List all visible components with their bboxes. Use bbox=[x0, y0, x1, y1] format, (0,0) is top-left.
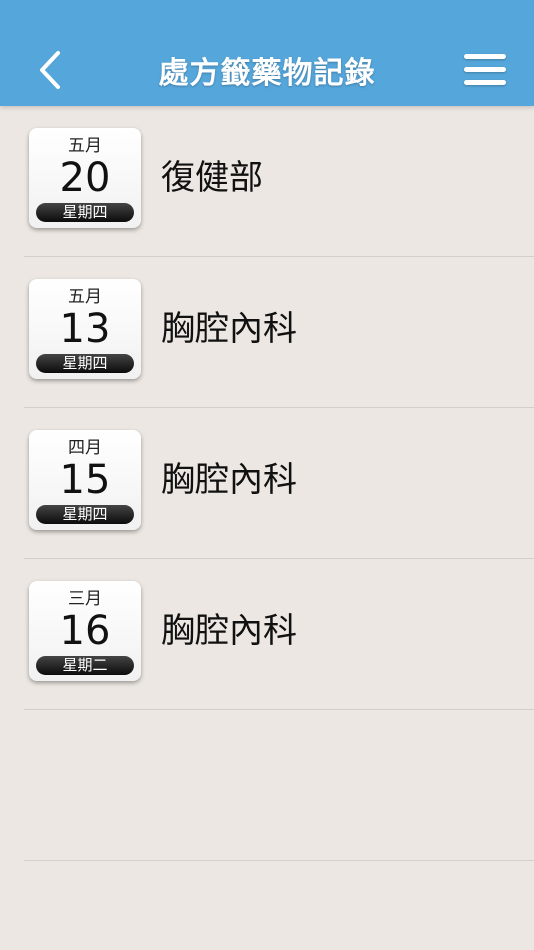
calendar-icon: 五月 20 星期四 bbox=[29, 128, 141, 228]
page-title: 處方籤藥物記錄 bbox=[158, 56, 376, 91]
record-department: 胸腔內科 bbox=[161, 309, 297, 349]
record-day: 13 bbox=[59, 306, 111, 352]
record-weekday: 星期二 bbox=[36, 656, 134, 675]
record-month: 三月 bbox=[68, 589, 102, 609]
record-row[interactable]: 三月 16 星期二 胸腔內科 bbox=[24, 559, 534, 710]
record-month: 五月 bbox=[68, 136, 102, 156]
record-row[interactable]: 四月 15 星期四 胸腔內科 bbox=[24, 408, 534, 559]
record-row[interactable]: 五月 13 星期四 胸腔內科 bbox=[24, 257, 534, 408]
calendar-icon: 三月 16 星期二 bbox=[29, 581, 141, 681]
record-day: 20 bbox=[59, 155, 111, 201]
record-month: 四月 bbox=[68, 438, 102, 458]
record-weekday: 星期四 bbox=[36, 505, 134, 524]
record-weekday: 星期四 bbox=[36, 203, 134, 222]
hamburger-menu-icon bbox=[464, 54, 506, 59]
record-department: 胸腔內科 bbox=[161, 611, 297, 651]
record-department: 復健部 bbox=[161, 158, 263, 198]
calendar-icon: 五月 13 星期四 bbox=[29, 279, 141, 379]
record-weekday: 星期四 bbox=[36, 354, 134, 373]
record-list: 五月 20 星期四 復健部 五月 13 星期四 胸腔內科 四月 15 星期四 胸… bbox=[0, 106, 534, 861]
record-day: 16 bbox=[59, 608, 111, 654]
menu-button[interactable] bbox=[464, 52, 508, 88]
empty-row bbox=[24, 710, 534, 861]
record-day: 15 bbox=[59, 457, 111, 503]
record-department: 胸腔內科 bbox=[161, 460, 297, 500]
navigation-bar: 處方籤藥物記錄 bbox=[0, 0, 534, 106]
record-row[interactable]: 五月 20 星期四 復健部 bbox=[24, 106, 534, 257]
calendar-icon: 四月 15 星期四 bbox=[29, 430, 141, 530]
record-month: 五月 bbox=[68, 287, 102, 307]
